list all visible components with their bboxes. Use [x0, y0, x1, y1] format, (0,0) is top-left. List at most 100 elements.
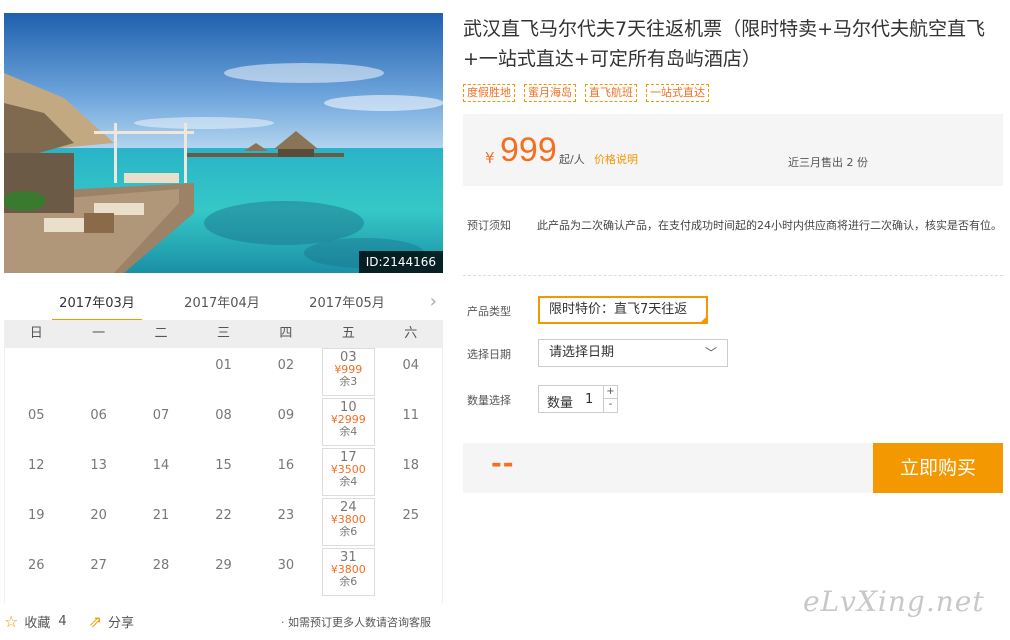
price-calendar: 日 一 二 三 四 五 六 01 02 03 ¥999 余3 04 05 06 07 08 09 10…: [4, 320, 443, 603]
calendar-day: 01: [192, 348, 254, 398]
calendar-day-number: 15: [215, 458, 232, 473]
calendar-week-row: 01 02 03 ¥999 余3 04: [5, 348, 442, 398]
maldives-photo: [4, 13, 443, 273]
favorite-button[interactable]: ☆ 收藏 4: [4, 612, 67, 631]
calendar-day: 25: [380, 498, 442, 548]
calendar-day: 02: [255, 348, 317, 398]
purchase-bar: -- 立即购买: [463, 443, 1003, 493]
sold-count: 近三月售出 2 份: [788, 156, 868, 169]
calendar-day-number: 27: [90, 558, 107, 573]
image-id-badge: ID:2144166: [358, 251, 443, 273]
calendar-day-available[interactable]: 03 ¥999 余3: [317, 348, 379, 398]
tag-badge: 直飞航班: [585, 84, 637, 102]
calendar-week-row: 19 20 21 22 23 24 ¥3800 余6 25: [5, 498, 442, 548]
calendar-day-number: 23: [277, 508, 295, 523]
calendar-day: 05: [5, 398, 67, 448]
chevron-down-icon: ﹀: [704, 346, 717, 360]
calendar-day: 09: [255, 398, 317, 448]
hero-image: ID:2144166: [4, 13, 443, 273]
calendar-day-number: 26: [27, 558, 45, 573]
calendar-day: 23: [255, 498, 317, 548]
calendar-day-available[interactable]: 24 ¥3800 余6: [317, 498, 379, 548]
calendar-day-remaining: 余6: [339, 525, 358, 538]
calendar-day-number: 08: [215, 408, 232, 423]
calendar-day: 16: [255, 448, 317, 498]
tab-month-2017-03[interactable]: 2017年03月: [52, 292, 142, 322]
calendar-day-number: 10: [340, 400, 357, 415]
quantity-minus-button[interactable]: -: [603, 399, 617, 412]
calendar-day: 11: [380, 398, 442, 448]
tag-badge: 蜜月海岛: [524, 84, 576, 102]
calendar-day: [67, 348, 129, 398]
calendar-day-number: 31: [340, 550, 357, 565]
calendar-day: 29: [192, 548, 254, 598]
favorite-label: 收藏: [24, 616, 51, 631]
calendar-day-number: 30: [277, 558, 295, 573]
product-type-option[interactable]: 限时特价：直飞7天往返: [538, 296, 708, 324]
calendar-day-remaining: 余6: [339, 575, 358, 588]
site-watermark: eLvXing.net: [803, 585, 985, 618]
quantity-stepper[interactable]: 数量 1 + -: [538, 385, 618, 413]
product-type-value: 限时特价：直飞7天往返: [549, 302, 688, 317]
calendar-day-number: 01: [215, 358, 232, 373]
calendar-day-number: 17: [340, 450, 357, 465]
calendar-weekday-header: 日 一 二 三 四 五 六: [5, 320, 442, 348]
calendar-day-available[interactable]: 17 ¥3500 余4: [317, 448, 379, 498]
calendar-day-number: 29: [215, 558, 232, 573]
date-select[interactable]: 请选择日期 ﹀: [538, 339, 728, 367]
calendar-day: [5, 348, 67, 398]
tag-badge: 度假胜地: [463, 84, 515, 102]
calendar-day-number: 19: [27, 508, 45, 523]
quantity-text: 数量: [547, 396, 574, 411]
calendar-day: 12: [5, 448, 67, 498]
calendar-day-remaining: 余3: [339, 375, 358, 388]
calendar-day-number: 09: [277, 408, 295, 423]
weekday-label: 二: [154, 326, 168, 341]
calendar-day-available[interactable]: 10 ¥2999 余4: [317, 398, 379, 448]
calendar-day-number: 20: [90, 508, 107, 523]
calendar-day-number: 05: [27, 408, 45, 423]
selected-corner-icon: [699, 315, 708, 324]
date-label: 选择日期: [467, 348, 511, 361]
calendar-day-available[interactable]: 31 ¥3800 余6: [317, 548, 379, 598]
calendar-day-number: [380, 548, 442, 558]
weekday-label: 一: [92, 326, 106, 341]
buy-now-button[interactable]: 立即购买: [873, 443, 1003, 493]
calendar-day-number: 25: [402, 508, 420, 523]
calendar-day: [130, 348, 192, 398]
product-type-label: 产品类型: [467, 305, 511, 318]
favorite-count: 4: [58, 614, 67, 629]
price-amount: 999: [500, 131, 557, 169]
notice-label: 预订须知: [467, 219, 511, 232]
consult-note: · 如需预订更多人数请咨询客服: [281, 616, 431, 629]
calendar-day-number: 18: [402, 458, 420, 473]
share-button[interactable]: ⇗ 分享: [89, 612, 134, 631]
calendar-day-number: 22: [215, 508, 232, 523]
weekday-label: 六: [404, 326, 418, 341]
calendar-day: 14: [130, 448, 192, 498]
price-explanation-link[interactable]: 价格说明: [594, 151, 638, 167]
calendar-week-row: 05 06 07 08 09 10 ¥2999 余4 11: [5, 398, 442, 448]
quantity-value[interactable]: 1: [585, 392, 593, 407]
calendar-day: 04: [380, 348, 442, 398]
notice-text: 此产品为二次确认产品，在支付成功时间起的24小时内供应商将进行二次确认，核实是否…: [537, 219, 1002, 232]
calendar-day: 21: [130, 498, 192, 548]
quantity-plus-button[interactable]: +: [603, 386, 617, 399]
calendar-day-number: 24: [340, 500, 357, 515]
tab-month-2017-05[interactable]: 2017年05月: [302, 292, 392, 311]
chevron-right-icon[interactable]: ›: [430, 291, 437, 312]
total-price: --: [491, 449, 515, 479]
calendar-day-number: 03: [340, 350, 357, 365]
tab-month-2017-04[interactable]: 2017年04月: [177, 292, 267, 311]
month-tabs: 2017年03月 2017年04月 2017年05月 ›: [4, 286, 443, 322]
calendar-week-row: 26 27 28 29 30 31 ¥3800 余6: [5, 548, 442, 598]
calendar-day: 07: [130, 398, 192, 448]
calendar-day-number: 21: [152, 508, 170, 523]
currency-symbol: ¥: [485, 149, 495, 167]
calendar-day: 08: [192, 398, 254, 448]
star-icon: ☆: [4, 612, 19, 631]
calendar-day-number: 02: [277, 358, 295, 373]
calendar-day-remaining: 余4: [339, 475, 358, 488]
calendar-day: 15: [192, 448, 254, 498]
calendar-day: 18: [380, 448, 442, 498]
